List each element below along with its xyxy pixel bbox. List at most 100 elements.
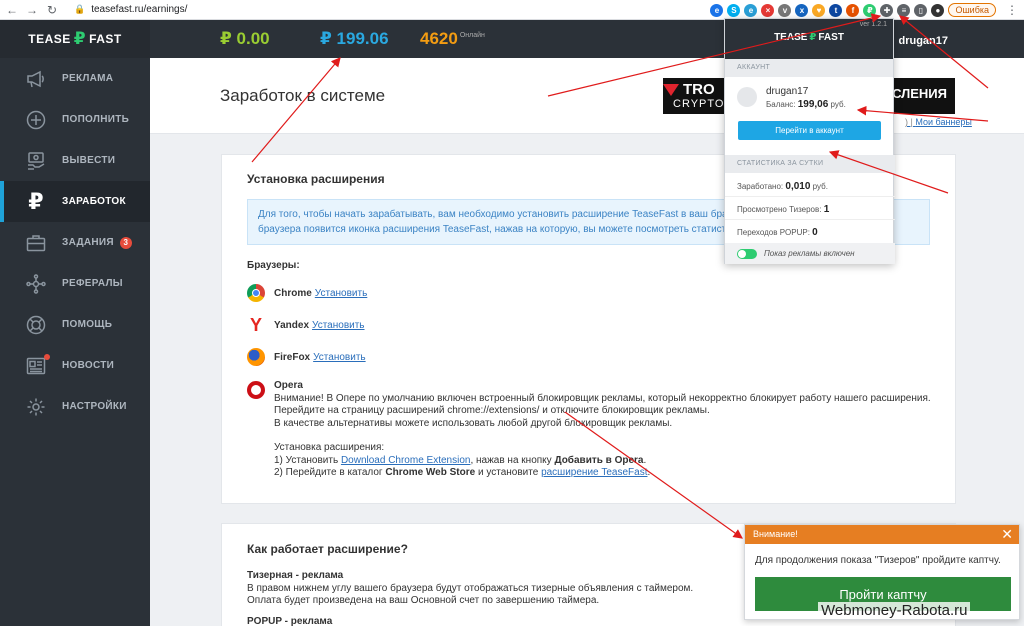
popup-balance: Баланс: 199,06 руб. (766, 99, 846, 110)
metamask-fox-icon[interactable]: f (846, 3, 860, 17)
stat-teasers-viewed: Просмотрено Тизеров: 1 (725, 198, 895, 220)
notification-header: Внимание! ✕ (745, 525, 1019, 544)
ads-toggle-label: Показ рекламы включен (764, 249, 855, 258)
download-chrome-extension-link[interactable]: Download Chrome Extension (341, 455, 471, 466)
ads-toggle[interactable] (737, 248, 757, 259)
news-unread-dot (44, 354, 50, 360)
install-firefox-link[interactable]: Установить (313, 352, 366, 363)
popup-section-account: АККАУНТ (725, 59, 893, 77)
sidebar-item-label: РЕФЕРАЛЫ (62, 278, 123, 289)
sidebar-icon[interactable]: ▯ (914, 3, 928, 17)
sidebar-item-topup[interactable]: ПОПОЛНИТЬ (0, 99, 150, 140)
sidebar-item-tasks[interactable]: ЗАДАНИЯ 3 (0, 222, 150, 263)
popup-header: ver 1.2.1 TEASE ₽ FAST (725, 19, 893, 59)
megaphone-icon (24, 67, 48, 91)
sidebar-item-label: ПОМОЩЬ (62, 319, 113, 330)
error-button[interactable]: Ошибка (948, 3, 996, 17)
reading-list-icon[interactable]: ≡ (897, 3, 911, 17)
extension-icon[interactable]: x (795, 3, 809, 17)
network-icon (24, 272, 48, 296)
popup-version: ver 1.2.1 (859, 21, 887, 28)
section-title: Установка расширения (247, 172, 385, 186)
sidebar-item-ads[interactable]: РЕКЛАМА (0, 58, 150, 99)
sidebar-item-label: ЗАРАБОТОК (62, 196, 126, 207)
shield-icon[interactable]: v (778, 3, 792, 17)
extension-icon[interactable]: e (744, 3, 758, 17)
extension-icon[interactable]: × (761, 3, 775, 17)
install-yandex-link[interactable]: Установить (312, 320, 365, 331)
watermark: Webmoney-Rabota.ru (818, 602, 971, 619)
popup-logo: TEASE ₽ FAST (774, 32, 844, 43)
sidebar-item-label: НОВОСТИ (62, 360, 115, 371)
my-banners-link[interactable]: ) | Мои баннеры (905, 117, 972, 127)
forward-icon[interactable]: → (24, 2, 40, 18)
logo[interactable]: TEASE ₽ FAST (0, 20, 150, 58)
logo-text-right: FAST (89, 32, 122, 46)
username: drugan17 (898, 35, 948, 47)
extension-icon[interactable]: e (710, 3, 724, 17)
popup-section-stats: СТАТИСТИКА ЗА СУТКИ (725, 155, 895, 173)
yandex-icon: Y (249, 314, 262, 335)
stat-earned: Заработано: 0,010 руб. (725, 175, 895, 197)
sidebar-item-referrals[interactable]: РЕФЕРАЛЫ (0, 263, 150, 304)
plus-circle-icon (24, 108, 48, 132)
page-title: Заработок в системе (220, 86, 386, 105)
lifebuoy-icon (24, 313, 48, 337)
ruble-icon: ₽ (28, 188, 44, 214)
briefcase-icon (24, 231, 48, 255)
extension-icon[interactable]: t (829, 3, 843, 17)
sidebar-item-help[interactable]: ПОМОЩЬ (0, 304, 150, 345)
extension-strip: e S e × v x ♥ t f ₽ ✚ ≡ ▯ ● Ошибка ⋮ (710, 2, 1020, 18)
sidebar-item-earnings[interactable]: ₽ ЗАРАБОТОК (0, 181, 150, 222)
tasks-count-badge: 3 (119, 236, 132, 249)
sidebar-item-news[interactable]: НОВОСТИ (0, 345, 150, 386)
sidebar-item-settings[interactable]: НАСТРОЙКИ (0, 386, 150, 427)
opera-instructions: Opera Внимание! В Опере по умолчанию вкл… (274, 380, 931, 478)
stat-popup-clicks: Переходов POPUP: 0 (737, 227, 818, 238)
online-count: 4620 (420, 29, 458, 48)
sidebar-item-label: НАСТРОЙКИ (62, 401, 127, 412)
notification-title: Внимание! (753, 529, 798, 539)
install-chrome-link[interactable]: Установить (315, 288, 368, 299)
profile-avatar-icon[interactable]: ● (931, 3, 945, 17)
sidebar: TEASE ₽ FAST РЕКЛАМА ПОПОЛНИТЬ ВЫВЕСТИ ₽… (0, 20, 150, 626)
lock-icon: 🔒 (74, 4, 86, 14)
ads-toggle-row: Показ рекламы включен (725, 243, 895, 264)
back-icon[interactable]: ← (4, 2, 20, 18)
notification-text: Для продолжения показа "Тизеров" пройдит… (755, 555, 1001, 566)
extension-popup: ver 1.2.1 TEASE ₽ FAST АККАУНТ drugan17 Ба… (724, 18, 895, 264)
ruble-logo-icon: ₽ (809, 32, 817, 43)
firefox-icon (247, 348, 265, 366)
chrome-icon (247, 284, 265, 302)
online-label: Онлайн (459, 32, 485, 40)
popup-username: drugan17 (766, 86, 809, 97)
sidebar-item-label: ПОПОЛНИТЬ (62, 114, 130, 125)
opera-icon (247, 381, 265, 399)
sidebar-item-label: РЕКЛАМА (62, 73, 114, 84)
sidebar-item-label: ВЫВЕСТИ (62, 155, 116, 166)
online-counter: 4620 Онлайн (420, 29, 485, 49)
gear-icon (24, 395, 48, 419)
go-to-account-button[interactable]: Перейти в аккаунт (738, 121, 881, 140)
close-icon[interactable]: ✕ (1001, 526, 1013, 543)
ruble-logo-icon: ₽ (73, 29, 87, 48)
browsers-label: Браузеры: (247, 260, 300, 271)
sidebar-item-label: ЗАДАНИЯ (62, 237, 114, 248)
puzzle-icon[interactable]: ✚ (880, 3, 894, 17)
money-withdraw-icon (24, 149, 48, 173)
avatar (737, 87, 757, 107)
url-text: teasefast.ru/earnings/ (91, 4, 188, 15)
menu-dots-icon[interactable]: ⋮ (1004, 2, 1020, 18)
address-bar[interactable]: 🔒 teasefast.ru/earnings/ (74, 4, 187, 15)
heart-icon[interactable]: ♥ (812, 3, 826, 17)
main-balance[interactable]: ₽ 0.00 (220, 29, 270, 49)
banner-text: TRO (683, 81, 715, 98)
skype-icon[interactable]: S (727, 3, 741, 17)
teasefast-extension-icon[interactable]: ₽ (863, 3, 877, 17)
section-title: Как работает расширение? (247, 542, 408, 556)
sidebar-item-withdraw[interactable]: ВЫВЕСТИ (0, 140, 150, 181)
ads-balance[interactable]: ₽ 199.06 (320, 29, 389, 49)
how-it-works-text: Тизерная - реклама В правом нижнем углу … (247, 570, 694, 626)
reload-icon[interactable]: ↻ (44, 2, 60, 18)
teasefast-extension-link[interactable]: расширение TeaseFast (541, 467, 647, 478)
